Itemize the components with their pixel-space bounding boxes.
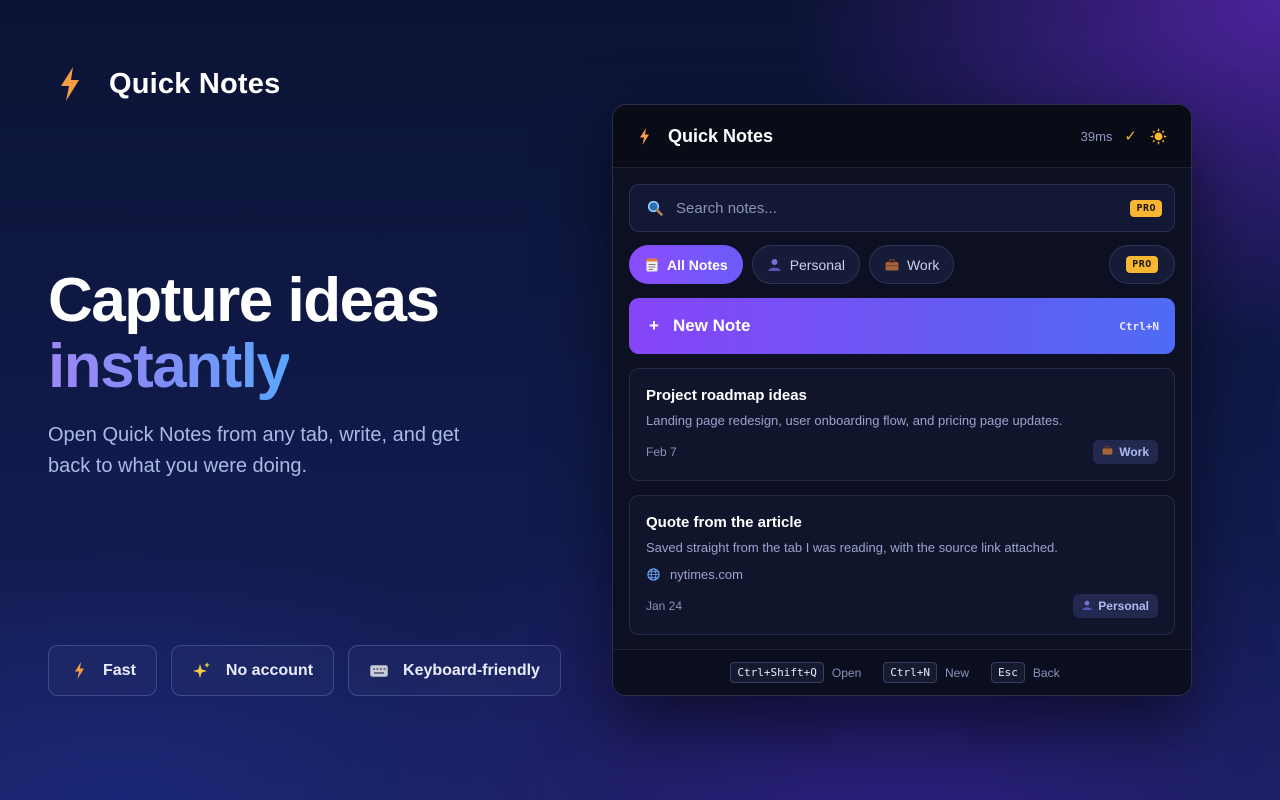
tabs-pro-button[interactable]: PRO	[1109, 245, 1175, 284]
feature-chip-no-account: No account	[170, 645, 335, 696]
tab-label: Work	[906, 256, 940, 273]
checkmark-icon: ✓	[1124, 128, 1137, 145]
note-date: Feb 7	[646, 445, 677, 459]
search-icon	[646, 199, 664, 217]
sun-icon[interactable]	[1149, 127, 1167, 145]
lightning-bolt-icon	[637, 127, 651, 145]
tab-label: Personal	[789, 256, 845, 273]
note-tag[interactable]: Personal	[1073, 594, 1158, 618]
note-footer: Jan 24 Personal	[646, 594, 1158, 618]
note-title: Project roadmap ideas	[646, 387, 807, 404]
hero-subtitle: Open Quick Notes from any tab, write, an…	[48, 424, 460, 477]
new-note-button[interactable]: + New Note Ctrl+N	[629, 298, 1175, 354]
popup-title: Quick Notes	[668, 125, 774, 146]
note-tag[interactable]: Work	[1093, 440, 1158, 464]
shortcut-label: Back	[1032, 665, 1060, 680]
lightning-bolt-icon	[69, 661, 89, 681]
shortcut-key: Ctrl+N	[883, 662, 937, 683]
plus-icon: +	[649, 316, 659, 335]
new-note-shortcut: Ctrl+N	[1119, 319, 1159, 333]
shortcut-key: Ctrl+Shift+Q	[730, 662, 824, 683]
briefcase-icon	[884, 258, 900, 271]
shortcut-key: Esc	[991, 662, 1025, 683]
feature-chip-label: Fast	[103, 661, 136, 679]
globe-icon	[646, 568, 660, 582]
feature-chip-label: No account	[225, 661, 314, 679]
shortcut-label: New	[945, 665, 970, 680]
note-tag-label: Personal	[1098, 599, 1149, 613]
sparkles-icon	[192, 661, 212, 681]
brand-name: Quick Notes	[109, 67, 281, 100]
feature-chip-label: Keyboard-friendly	[403, 661, 540, 679]
tab-all-notes[interactable]: All Notes	[629, 245, 743, 284]
note-date: Jan 24	[646, 599, 683, 613]
search-input[interactable]	[676, 199, 1131, 217]
shortcut-label: Open	[831, 665, 862, 680]
feature-chips: Fast No account Keyboard-friendly	[48, 645, 561, 696]
brand: Quick Notes	[56, 66, 280, 102]
feature-chip-keyboard-friendly: Keyboard-friendly	[348, 645, 561, 696]
note-source-link: nytimes.com	[670, 567, 743, 582]
tab-label: All Notes	[667, 256, 728, 273]
popup-body: PRO All Notes Personal Work	[613, 168, 1191, 635]
note-card[interactable]: Project roadmap ideas Landing page redes…	[629, 368, 1175, 481]
search-bar: PRO	[629, 184, 1175, 232]
category-tabs: All Notes Personal Work PRO	[629, 245, 1175, 284]
hero: Capture ideas instantly Open Quick Notes…	[48, 268, 608, 482]
quick-notes-popup: Quick Notes 39ms ✓ Search notes... PRO A…	[612, 104, 1192, 696]
note-body: Saved straight from the tab I was readin…	[646, 540, 1058, 555]
briefcase-icon	[1102, 446, 1113, 458]
tab-personal[interactable]: Personal	[751, 245, 860, 284]
note-source[interactable]: nytimes.com	[646, 567, 1158, 582]
hero-headline-accent: instantly	[48, 332, 291, 401]
header-status: 39ms ✓	[1081, 127, 1167, 145]
shortcut-bar: Ctrl+Shift+Q Open Ctrl+N New Esc Back	[613, 649, 1191, 695]
note-tag-label: Work	[1119, 445, 1149, 459]
latency-label: 39ms	[1080, 128, 1113, 144]
tab-work[interactable]: Work	[868, 245, 955, 284]
keyboard-icon	[369, 661, 389, 681]
note-footer: Feb 7 Work	[646, 440, 1158, 464]
note-title: Quote from the article	[646, 514, 802, 531]
pro-badge: PRO	[1126, 256, 1158, 273]
person-icon	[767, 258, 783, 271]
pro-badge[interactable]: PRO	[1130, 199, 1162, 217]
note-body: Landing page redesign, user onboarding f…	[646, 413, 1063, 428]
person-icon	[1082, 600, 1092, 613]
lightning-bolt-icon	[56, 66, 84, 102]
notepad-icon	[644, 258, 660, 272]
hero-headline: Capture ideas	[48, 266, 440, 335]
note-card[interactable]: Quote from the article Saved straight fr…	[629, 495, 1175, 635]
new-note-label: New Note	[672, 316, 751, 335]
popup-header: Quick Notes 39ms ✓	[613, 105, 1191, 168]
feature-chip-fast: Fast	[48, 645, 157, 696]
